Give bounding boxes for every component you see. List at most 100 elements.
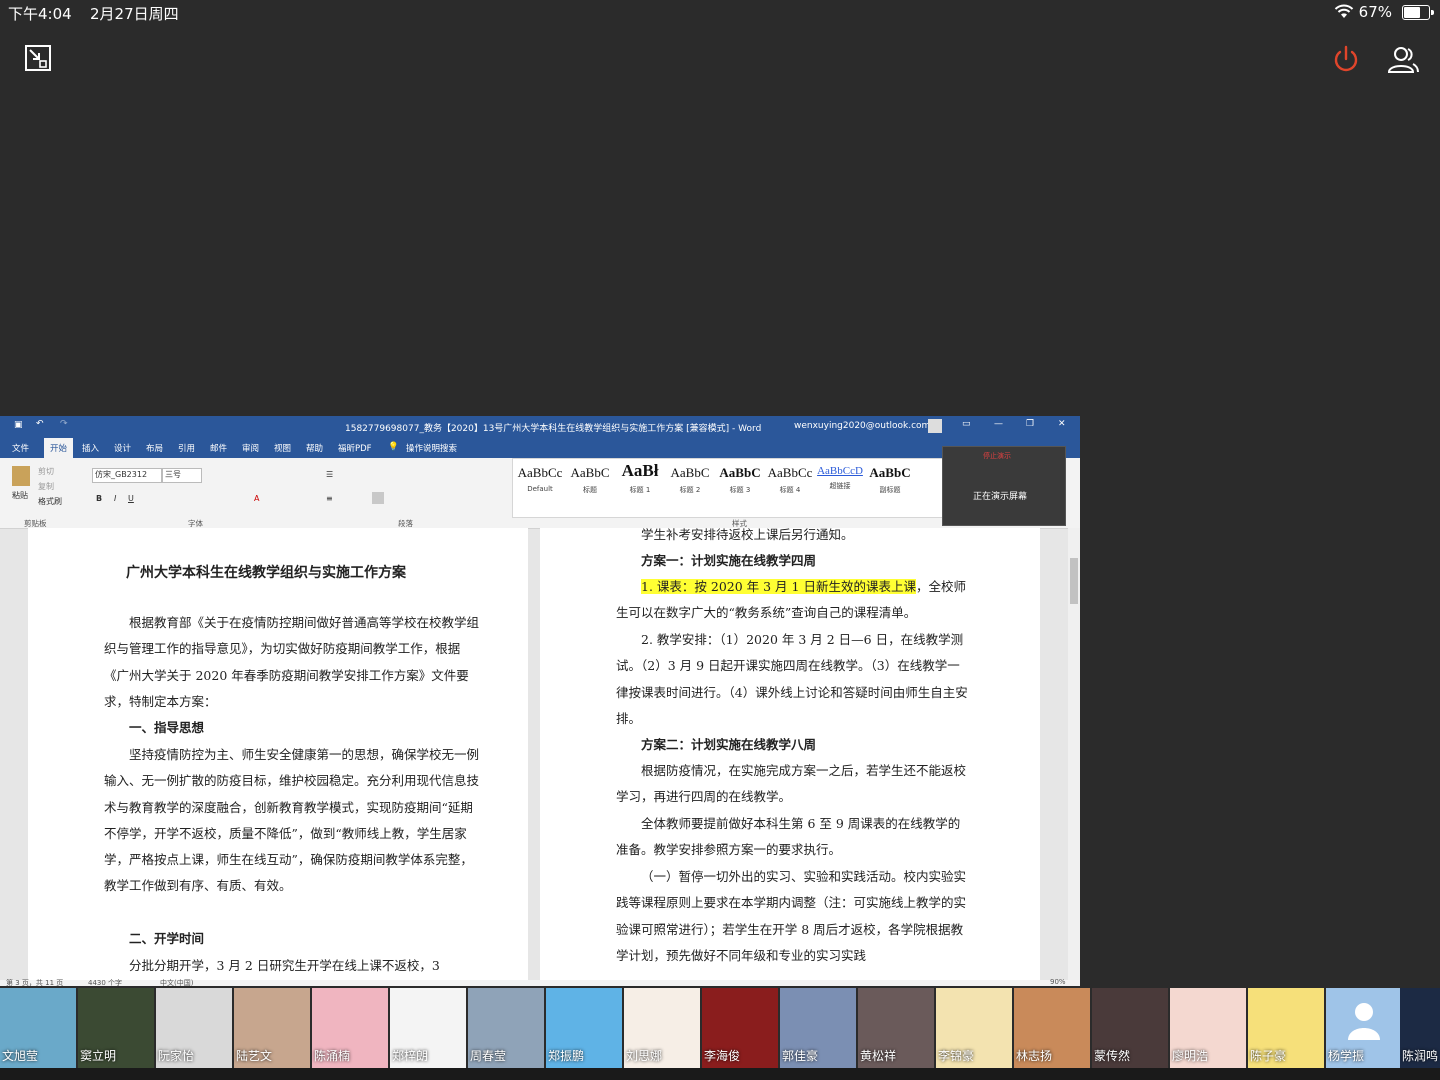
page-count[interactable]: 第 3 页，共 11 页 [6, 978, 63, 986]
participant-tile[interactable]: 窦立明 [78, 988, 154, 1068]
participant-tile[interactable]: 文旭莹 [0, 988, 76, 1068]
participant-tile[interactable]: 郭佳豪 [780, 988, 856, 1068]
style-title[interactable]: AaBbC 标题 [565, 461, 615, 501]
participant-tile[interactable]: 郑振鹏 [546, 988, 622, 1068]
close-window-icon[interactable]: ✕ [1058, 419, 1066, 429]
participant-name: 杨学振 [1328, 1049, 1365, 1063]
participant-tile[interactable]: 杨学振 [1326, 988, 1402, 1068]
participant-tile[interactable]: 陆艺文 [234, 988, 310, 1068]
tab-view[interactable]: 视图 [274, 442, 291, 454]
style-name: Default [527, 485, 553, 493]
paste-icon[interactable] [12, 466, 30, 486]
section-heading: 二、开学时间 [129, 931, 205, 946]
style-heading-2[interactable]: AaBbC 标题 2 [665, 461, 715, 501]
copy-button[interactable]: 复制 [38, 481, 54, 492]
participant-name: 窦立明 [80, 1049, 117, 1063]
participant-tile[interactable]: 李锦豪 [936, 988, 1012, 1068]
participant-tile[interactable]: 陈子豪 [1248, 988, 1324, 1068]
participant-name: 陈涌楠 [314, 1049, 351, 1063]
participant-tile[interactable]: 陈涌楠 [312, 988, 388, 1068]
participant-tile[interactable]: 廖明浩 [1170, 988, 1246, 1068]
default-avatar-icon [1348, 1003, 1380, 1040]
document-page-right[interactable]: 学生补考安排待返校上课后另行通知。 方案一：计划实施在线教学四周 1. 课表：按… [540, 527, 1040, 986]
tab-insert[interactable]: 插入 [82, 442, 99, 454]
bullets-icon[interactable]: ☰ [326, 470, 333, 479]
paste-button[interactable]: 粘贴 [12, 490, 28, 501]
tab-home[interactable]: 开始 [44, 438, 74, 458]
participant-tile[interactable]: 陈润鸣 [1400, 988, 1440, 1068]
ribbon-display-icon[interactable]: ▭ [962, 419, 971, 429]
paragraph: （一）暂停一切外出的实习、实验和实践活动。校内实验实践等课程原则上要求在本学期内… [616, 869, 967, 963]
participant-tile[interactable]: 郑梓朗 [390, 988, 466, 1068]
participant-tile[interactable]: 周春莹 [468, 988, 544, 1068]
format-painter-button[interactable]: 格式刷 [38, 496, 62, 507]
language[interactable]: 中文(中国) [160, 978, 193, 986]
justify-icon[interactable] [372, 492, 384, 504]
redo-icon[interactable]: ↷ [60, 419, 68, 429]
zoom-level[interactable]: 90% [1050, 978, 1066, 986]
participant-tile[interactable]: 林志扬 [1014, 988, 1090, 1068]
align-left-icon[interactable]: ≡ [326, 494, 333, 503]
section-heading: 方案二：计划实施在线教学八周 [641, 737, 817, 752]
font-size-select[interactable]: 三号 [162, 468, 202, 483]
save-icon[interactable]: ▣ [14, 420, 23, 430]
participant-tile[interactable]: 李海俊 [702, 988, 778, 1068]
participant-name: 文旭莹 [2, 1049, 39, 1063]
font-name-select[interactable]: 仿宋_GB2312 [92, 468, 162, 483]
participants-icon[interactable] [1386, 44, 1420, 76]
font-color-button[interactable]: A [254, 494, 259, 503]
minimize-window-icon[interactable]: — [994, 419, 1003, 429]
style-name: 标题 3 [729, 486, 751, 494]
stop-presenting-button[interactable]: 停止演示 [983, 451, 1011, 461]
presenting-status: 正在演示屏幕 [973, 492, 1028, 502]
document-page-left[interactable]: 广州大学本科生在线教学组织与实施工作方案 根据教育部《关于在疫情防控期间做好普通… [28, 528, 528, 986]
participant-name: 郭佳豪 [782, 1049, 819, 1063]
tab-references[interactable]: 引用 [178, 442, 195, 454]
tab-mailings[interactable]: 邮件 [210, 442, 227, 454]
battery-percent: 67% [1358, 3, 1392, 21]
scroll-thumb[interactable] [1070, 558, 1078, 604]
wifi-icon [1334, 4, 1354, 18]
participant-name: 郑梓朗 [392, 1049, 429, 1063]
tell-me-search[interactable]: 操作说明搜索 [406, 442, 457, 454]
style-hyperlink[interactable]: AaBbCcD 超链接 [815, 461, 865, 501]
cut-button[interactable]: 剪切 [38, 466, 54, 477]
style-sample: AaBbCc [517, 465, 563, 480]
tab-layout[interactable]: 布局 [146, 442, 163, 454]
tab-help[interactable]: 帮助 [306, 442, 323, 454]
avatar[interactable] [928, 419, 942, 433]
italic-button[interactable]: I [114, 494, 116, 503]
participant-tile[interactable]: 阮家怡 [156, 988, 232, 1068]
vertical-scrollbar[interactable] [1068, 528, 1080, 986]
account-email[interactable]: wenxuying2020@outlook.com [794, 421, 930, 431]
style-name: 标题 4 [779, 486, 801, 494]
style-sample: AaBbC [719, 465, 761, 480]
participant-tile[interactable]: 刘思娜 [624, 988, 700, 1068]
style-subtitle[interactable]: AaBbC 副标题 [865, 461, 915, 501]
style-sample: AaBbCcD [817, 465, 863, 477]
bold-button[interactable]: B [96, 494, 102, 503]
style-heading-4[interactable]: AaBbCc 标题 4 [765, 461, 815, 501]
underline-button[interactable]: U [128, 494, 134, 503]
style-heading-1[interactable]: AaBł 标题 1 [615, 461, 665, 501]
style-heading-3[interactable]: AaBbC 标题 3 [715, 461, 765, 501]
style-sample: AaBł [621, 461, 659, 480]
participant-strip: 文旭莹 窦立明 阮家怡 陆艺文 陈涌楠 郑梓朗 周春莹 郑振鹏 刘思娜 李海俊 … [0, 988, 1440, 1068]
participant-tile[interactable]: 黄松祥 [858, 988, 934, 1068]
exit-fullscreen-icon[interactable] [24, 44, 52, 72]
restore-window-icon[interactable]: ❐ [1026, 419, 1034, 429]
power-icon[interactable] [1330, 44, 1362, 76]
presenting-thumbnail[interactable]: 停止演示 正在演示屏幕 [942, 446, 1066, 526]
style-default[interactable]: AaBbCc Default [515, 461, 565, 501]
highlighted-text: 1. 课表：按 2020 年 3 月 1 日新生效的课表上课 [641, 579, 916, 594]
participant-tile[interactable]: 蒙传然 [1092, 988, 1168, 1068]
tab-foxit-pdf[interactable]: 福昕PDF [338, 442, 372, 454]
tab-file[interactable]: 文件 [12, 442, 29, 454]
style-name: 标题 [583, 486, 597, 494]
word-count[interactable]: 4430 个字 [88, 978, 122, 986]
tab-design[interactable]: 设计 [114, 442, 131, 454]
section-heading: 方案一：计划实施在线教学四周 [641, 553, 817, 568]
section-heading: 一、指导思想 [129, 720, 205, 735]
tab-review[interactable]: 审阅 [242, 442, 259, 454]
undo-icon[interactable]: ↶ [36, 419, 44, 429]
